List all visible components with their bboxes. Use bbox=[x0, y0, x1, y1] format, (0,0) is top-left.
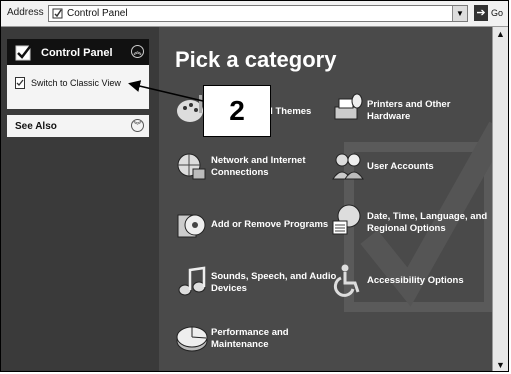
task-pane: Control Panel ︽ Switch to Classic View S… bbox=[1, 27, 159, 371]
control-panel-header[interactable]: Control Panel ︽ bbox=[7, 39, 149, 65]
switch-to-classic-view-link[interactable]: Switch to Classic View bbox=[15, 75, 145, 91]
page-title: Pick a category bbox=[175, 47, 337, 72]
category-performance-maintenance[interactable]: Performance and Maintenance bbox=[175, 321, 325, 361]
address-bar: Address Control Panel ▼ ➔ Go bbox=[1, 1, 508, 27]
control-panel-icon bbox=[52, 8, 63, 19]
category-label: Date, Time, Language, and Regional Option… bbox=[367, 211, 488, 234]
music-notes-icon bbox=[178, 266, 206, 296]
address-label: Address bbox=[7, 7, 44, 18]
category-user-accounts[interactable]: User Accounts bbox=[331, 149, 481, 189]
control-panel-box: Control Panel ︽ Switch to Classic View bbox=[7, 39, 149, 109]
address-value: Control Panel bbox=[67, 8, 128, 19]
callout-number-box: 2 bbox=[203, 85, 271, 137]
category-label: User Accounts bbox=[367, 161, 434, 172]
printer-icon bbox=[334, 93, 363, 120]
category-label: Printers and Other Hardware bbox=[367, 99, 451, 122]
expand-chevron-icon[interactable]: ︾ bbox=[131, 119, 144, 132]
see-also-label: See Also bbox=[15, 121, 57, 132]
cd-box-icon bbox=[177, 214, 206, 238]
classic-view-icon bbox=[15, 77, 25, 89]
switch-to-classic-view-label: Switch to Classic View bbox=[31, 78, 121, 88]
category-add-remove-programs[interactable]: Add or Remove Programs bbox=[175, 207, 329, 247]
category-printers-hardware[interactable]: Printers and Other Hardware bbox=[331, 93, 481, 133]
address-dropdown-icon[interactable]: ▼ bbox=[452, 6, 467, 21]
category-label: Add or Remove Programs bbox=[211, 219, 329, 230]
category-sounds-speech-audio[interactable]: Sounds, Speech, and Audio Devices bbox=[175, 265, 336, 305]
go-button[interactable]: Go bbox=[491, 8, 503, 18]
address-field[interactable]: Control Panel ▼ bbox=[48, 5, 468, 22]
see-also-header[interactable]: See Also ︾ bbox=[7, 115, 149, 137]
globe-network-icon bbox=[177, 153, 206, 180]
category-label: Accessibility Options bbox=[367, 275, 464, 286]
category-network-internet[interactable]: Network and Internet Connections bbox=[175, 149, 325, 189]
wheelchair-icon bbox=[333, 264, 360, 297]
pie-chart-icon bbox=[176, 326, 208, 352]
category-date-time-language[interactable]: Date, Time, Language, and Regional Option… bbox=[331, 203, 491, 243]
category-label: Sounds, Speech, and Audio Devices bbox=[211, 271, 337, 294]
category-pane: Pick a category d Themes Printers and Ot… bbox=[159, 27, 492, 371]
scroll-up-icon[interactable]: ▲ bbox=[493, 27, 508, 42]
scroll-down-icon[interactable]: ▼ bbox=[493, 358, 508, 371]
vertical-scrollbar[interactable]: ▲ ▼ bbox=[492, 27, 508, 371]
go-arrow-icon[interactable]: ➔ bbox=[474, 5, 488, 21]
control-panel-header-icon bbox=[15, 43, 33, 61]
category-label: d Themes bbox=[267, 106, 312, 117]
control-panel-title: Control Panel bbox=[41, 47, 113, 59]
globe-calendar-icon bbox=[332, 204, 361, 235]
category-label: Performance and Maintenance bbox=[211, 327, 289, 350]
users-icon bbox=[332, 153, 364, 180]
collapse-chevron-icon[interactable]: ︽ bbox=[131, 45, 144, 58]
control-panel-window: Address Control Panel ▼ ➔ Go Control Pan… bbox=[0, 0, 509, 372]
category-label: Network and Internet Connections bbox=[211, 155, 306, 178]
category-accessibility[interactable]: Accessibility Options bbox=[331, 263, 481, 303]
